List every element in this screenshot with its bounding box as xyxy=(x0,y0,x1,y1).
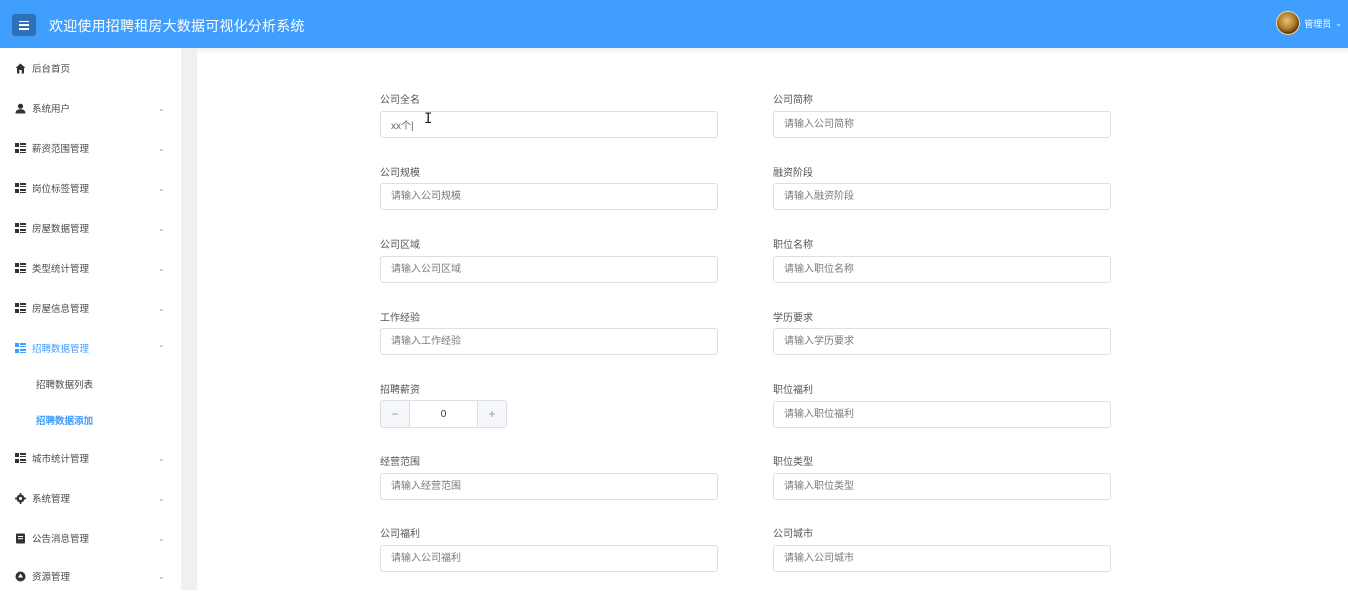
financing-stage-label: 融资阶段 xyxy=(773,168,813,179)
sidebar-subitem-label: 招聘数据列表 xyxy=(36,380,94,391)
sidebar-item-label: 薪资范围管理 xyxy=(32,144,90,155)
menu-toggle-button[interactable] xyxy=(12,14,36,36)
sidebar-item-announcements[interactable]: 公告消息管理 ⌄ xyxy=(0,520,181,556)
company-shortname-label: 公司简称 xyxy=(773,95,813,106)
sidebar-item-home[interactable]: 后台首页 xyxy=(0,50,181,86)
grid-icon xyxy=(15,183,26,193)
grid-icon xyxy=(15,263,26,273)
grid-icon xyxy=(15,303,26,313)
decrement-button[interactable]: − xyxy=(381,401,410,427)
company-fullname-label: 公司全名 xyxy=(380,95,420,106)
sidebar-item-label: 城市统计管理 xyxy=(32,454,90,465)
financing-stage-input[interactable] xyxy=(773,183,1111,210)
grid-icon xyxy=(15,343,26,353)
sidebar-item-type-stats[interactable]: 类型统计管理 ⌄ xyxy=(0,250,181,286)
sidebar-item-label: 房屋数据管理 xyxy=(32,224,90,235)
sidebar-item-label: 类型统计管理 xyxy=(32,264,90,275)
sidebar-scroll-gutter xyxy=(181,48,197,590)
grid-icon xyxy=(15,143,26,153)
user-name: 管理员 xyxy=(1304,18,1332,29)
sidebar: 后台首页 系统用户 ⌄ 薪资范围管理 ⌄ 岗位标签管理 ⌄ 房屋数据管理 ⌄ 类… xyxy=(0,48,181,590)
sidebar-subitem-label: 招聘数据添加 xyxy=(36,416,94,427)
sidebar-item-label: 后台首页 xyxy=(32,64,71,75)
job-title-input[interactable] xyxy=(773,256,1111,283)
sidebar-subitem-recruitment-list[interactable]: 招聘数据列表 xyxy=(0,368,181,400)
business-scope-label: 经营范围 xyxy=(380,457,420,468)
user-menu[interactable]: 管理员 ⌄ xyxy=(1276,11,1342,35)
increment-button[interactable]: + xyxy=(477,401,506,427)
chevron-up-icon: ⌃ xyxy=(158,343,165,353)
job-type-label: 职位类型 xyxy=(773,457,813,468)
work-experience-label: 工作经验 xyxy=(380,313,420,324)
home-icon xyxy=(15,63,26,74)
education-label: 学历要求 xyxy=(773,313,813,324)
sidebar-subitem-recruitment-add[interactable]: 招聘数据添加 xyxy=(0,404,181,436)
salary-stepper[interactable]: − 0 + xyxy=(380,400,507,428)
job-benefits-label: 职位福利 xyxy=(773,385,813,396)
chevron-down-icon: ⌄ xyxy=(158,183,165,193)
sidebar-item-system-users[interactable]: 系统用户 ⌄ xyxy=(0,90,181,126)
sidebar-item-recruitment-data[interactable]: 招聘数据管理 ⌃ xyxy=(0,330,181,366)
sidebar-item-label: 系统管理 xyxy=(32,494,71,505)
sidebar-item-resources[interactable]: 资源管理 ⌄ xyxy=(0,558,181,594)
grid-icon xyxy=(15,453,26,463)
user-icon xyxy=(15,103,26,114)
chevron-down-icon: ⌄ xyxy=(158,571,165,581)
sidebar-item-label: 招聘数据管理 xyxy=(32,344,90,355)
chevron-down-icon: ⌄ xyxy=(1335,18,1342,28)
chevron-down-icon: ⌄ xyxy=(158,223,165,233)
resource-icon xyxy=(15,571,26,582)
salary-label: 招聘薪资 xyxy=(380,385,420,396)
sidebar-item-housing-info[interactable]: 房屋信息管理 ⌄ xyxy=(0,290,181,326)
company-size-input[interactable] xyxy=(380,183,718,210)
sidebar-item-label: 公告消息管理 xyxy=(32,534,90,545)
company-size-label: 公司规模 xyxy=(380,168,420,179)
job-benefits-input[interactable] xyxy=(773,401,1111,428)
gear-icon xyxy=(15,492,26,504)
sidebar-item-label: 资源管理 xyxy=(32,572,71,583)
company-benefits-label: 公司福利 xyxy=(380,529,420,540)
company-area-label: 公司区域 xyxy=(380,240,420,251)
hamburger-icon xyxy=(19,20,29,30)
chevron-down-icon: ⌄ xyxy=(158,143,165,153)
chevron-down-icon: ⌄ xyxy=(158,103,165,113)
sidebar-item-job-tags[interactable]: 岗位标签管理 ⌄ xyxy=(0,170,181,206)
chevron-down-icon: ⌄ xyxy=(158,533,165,543)
text-cursor-icon: I xyxy=(424,111,433,127)
avatar[interactable] xyxy=(1276,11,1301,35)
business-scope-input[interactable] xyxy=(380,473,718,500)
sidebar-item-label: 岗位标签管理 xyxy=(32,184,90,195)
company-benefits-input[interactable] xyxy=(380,545,718,572)
app-title: 欢迎使用招聘租房大数据可视化分析系统 xyxy=(49,18,305,34)
chevron-down-icon: ⌄ xyxy=(158,303,165,313)
company-city-input[interactable] xyxy=(773,545,1111,572)
job-title-label: 职位名称 xyxy=(773,240,813,251)
sidebar-item-housing-data[interactable]: 房屋数据管理 ⌄ xyxy=(0,210,181,246)
sidebar-item-salary-range[interactable]: 薪资范围管理 ⌄ xyxy=(0,130,181,166)
company-city-label: 公司城市 xyxy=(773,529,813,540)
sidebar-item-label: 房屋信息管理 xyxy=(32,304,90,315)
company-area-input[interactable] xyxy=(380,256,718,283)
document-icon xyxy=(15,533,26,544)
content-top-shadow xyxy=(197,48,1348,54)
work-experience-input[interactable] xyxy=(380,328,718,355)
education-input[interactable] xyxy=(773,328,1111,355)
job-type-input[interactable] xyxy=(773,473,1111,500)
company-shortname-input[interactable] xyxy=(773,111,1111,138)
top-header: 欢迎使用招聘租房大数据可视化分析系统 管理员 ⌄ xyxy=(0,0,1348,48)
sidebar-item-label: 系统用户 xyxy=(32,104,71,115)
grid-icon xyxy=(15,223,26,233)
sidebar-item-system-management[interactable]: 系统管理 ⌄ xyxy=(0,480,181,516)
salary-value[interactable]: 0 xyxy=(410,401,477,427)
chevron-down-icon: ⌄ xyxy=(158,453,165,463)
chevron-down-icon: ⌄ xyxy=(158,263,165,273)
sidebar-item-city-stats[interactable]: 城市统计管理 ⌄ xyxy=(0,440,181,476)
chevron-down-icon: ⌄ xyxy=(158,493,165,503)
